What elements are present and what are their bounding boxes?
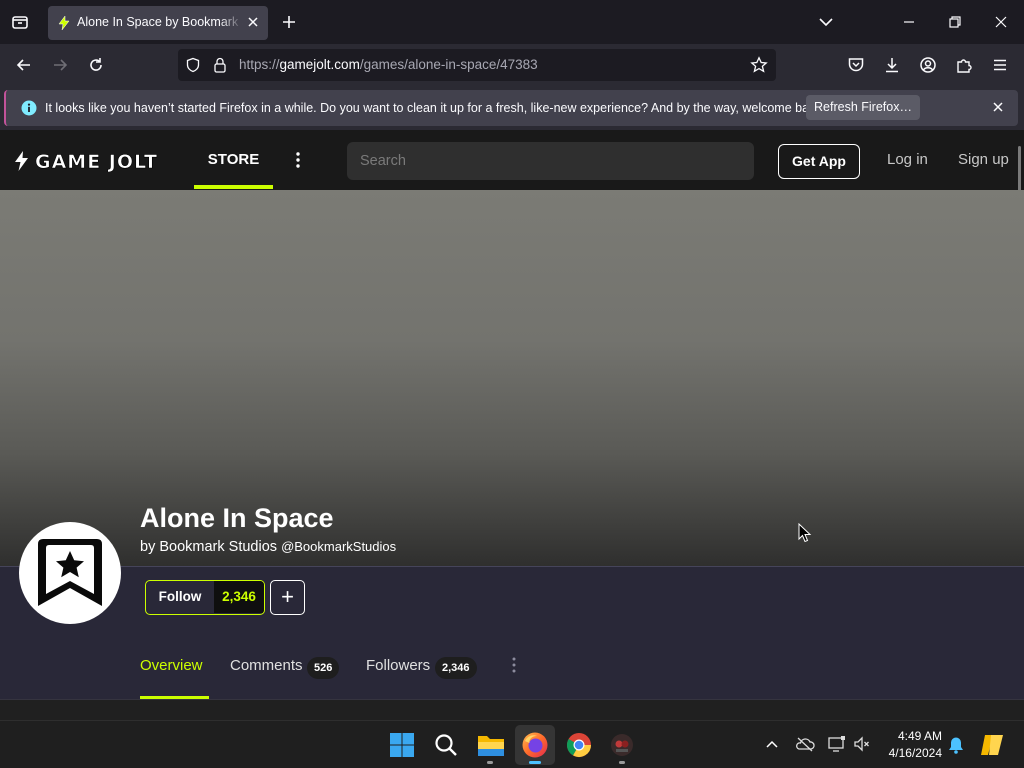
firefox-active-indicator (529, 761, 541, 764)
follower-count: 2,346 (214, 581, 264, 613)
extensions-icon[interactable] (955, 56, 973, 74)
browser-nav-bar: https://gamejolt.com/games/alone-in-spac… (0, 44, 1024, 86)
notification-bell-icon[interactable] (948, 736, 964, 754)
notification-message: It looks like you haven’t started Firefo… (45, 101, 826, 115)
url-bar[interactable]: https://gamejolt.com/games/alone-in-spac… (178, 49, 776, 81)
content-lower-section (0, 699, 1024, 720)
bookmark-star-icon[interactable] (750, 56, 768, 74)
url-text[interactable]: https://gamejolt.com/games/alone-in-spac… (239, 57, 538, 72)
close-window-icon[interactable] (994, 15, 1008, 29)
tab-overview[interactable]: Overview (140, 657, 203, 674)
downloads-icon[interactable] (883, 56, 901, 74)
search-icon[interactable] (434, 733, 458, 757)
file-explorer-icon[interactable] (477, 732, 505, 758)
site-search-input[interactable]: Search (347, 142, 754, 180)
forward-arrow-icon[interactable] (51, 56, 69, 74)
menu-hamburger-icon[interactable] (991, 56, 1009, 74)
browser-tab-strip: Alone In Space by Bookmark Studios (0, 0, 1024, 44)
taskbar-time[interactable]: 4:49 AM (884, 729, 942, 743)
search-placeholder: Search (360, 153, 406, 169)
list-all-tabs-icon[interactable] (818, 15, 834, 29)
followers-count-badge: 2,346 (435, 657, 477, 679)
windows-start-icon[interactable] (389, 732, 415, 758)
follow-label: Follow (158, 589, 202, 604)
refresh-firefox-button[interactable]: Refresh Firefox… (806, 95, 920, 120)
tab-title: Alone In Space by Bookmark Studios (77, 15, 243, 29)
game-app-icon[interactable] (609, 732, 635, 758)
developer-avatar[interactable] (19, 522, 121, 624)
notification-box: It looks like you haven’t started Firefo… (4, 90, 1018, 126)
reload-icon[interactable] (87, 56, 105, 74)
tab-list-icon[interactable] (10, 12, 30, 32)
pocket-icon[interactable] (847, 56, 865, 74)
gamejolt-logo-icon: GAME JOLT (15, 151, 158, 172)
by-prefix: by (140, 539, 156, 555)
firefox-icon[interactable] (521, 731, 549, 759)
tracking-protection-shield-icon[interactable] (185, 57, 201, 73)
developer-handle-link[interactable]: @BookmarkStudios (281, 539, 396, 554)
info-icon (21, 100, 37, 116)
notification-close-icon[interactable] (992, 101, 1004, 113)
login-link[interactable]: Log in (887, 151, 928, 168)
site-header: GAME JOLT STORE Search Get App Log in Si… (0, 130, 1024, 190)
lock-icon[interactable] (213, 57, 227, 73)
close-tab-icon[interactable] (246, 15, 260, 29)
get-app-button[interactable]: Get App (778, 144, 860, 179)
restore-icon[interactable] (948, 15, 962, 29)
store-nav-link[interactable]: STORE (194, 130, 273, 190)
taskbar-date[interactable]: 4/16/2024 (884, 746, 942, 760)
chrome-icon[interactable] (566, 732, 592, 758)
follow-button[interactable]: Follow 2,346 (145, 580, 265, 615)
gamejolt-favicon-icon (56, 15, 72, 31)
onedrive-offline-icon[interactable] (795, 736, 815, 752)
comments-count-badge: 526 (307, 657, 340, 679)
add-to-playlist-button[interactable]: + (270, 580, 305, 615)
notification-bar: It looks like you haven’t started Firefo… (0, 86, 1024, 130)
windows-taskbar: 4:49 AM 4/16/2024 (0, 720, 1024, 768)
minimize-icon[interactable] (902, 15, 916, 29)
game-byline: by Bookmark Studios @BookmarkStudios (140, 539, 396, 555)
browser-tab-active[interactable]: Alone In Space by Bookmark Studios (48, 6, 268, 40)
account-icon[interactable] (919, 56, 937, 74)
tabs-more-icon[interactable] (508, 656, 520, 674)
store-active-underline (194, 185, 273, 189)
bookmark-star-logo-icon (24, 527, 116, 619)
developer-name-link[interactable]: Bookmark Studios (159, 539, 277, 555)
mouse-cursor-icon (798, 523, 812, 543)
back-arrow-icon[interactable] (15, 56, 33, 74)
file-explorer-running-indicator (487, 761, 493, 764)
game-title: Alone In Space (140, 503, 334, 533)
game-app-running-indicator (619, 761, 625, 764)
network-display-icon[interactable] (828, 736, 846, 752)
show-hidden-icons-chevron-icon[interactable] (765, 738, 779, 750)
logo-text: GAME JOLT (35, 151, 158, 172)
gamejolt-logo[interactable]: GAME JOLT (14, 150, 180, 172)
new-tab-icon[interactable] (281, 14, 297, 30)
signup-link[interactable]: Sign up (958, 151, 1009, 168)
more-options-icon[interactable] (292, 151, 304, 169)
tab-comments[interactable]: Comments (230, 657, 303, 674)
tab-followers[interactable]: Followers (366, 657, 430, 674)
volume-muted-icon[interactable] (853, 736, 871, 752)
copilot-icon[interactable] (979, 732, 1005, 758)
